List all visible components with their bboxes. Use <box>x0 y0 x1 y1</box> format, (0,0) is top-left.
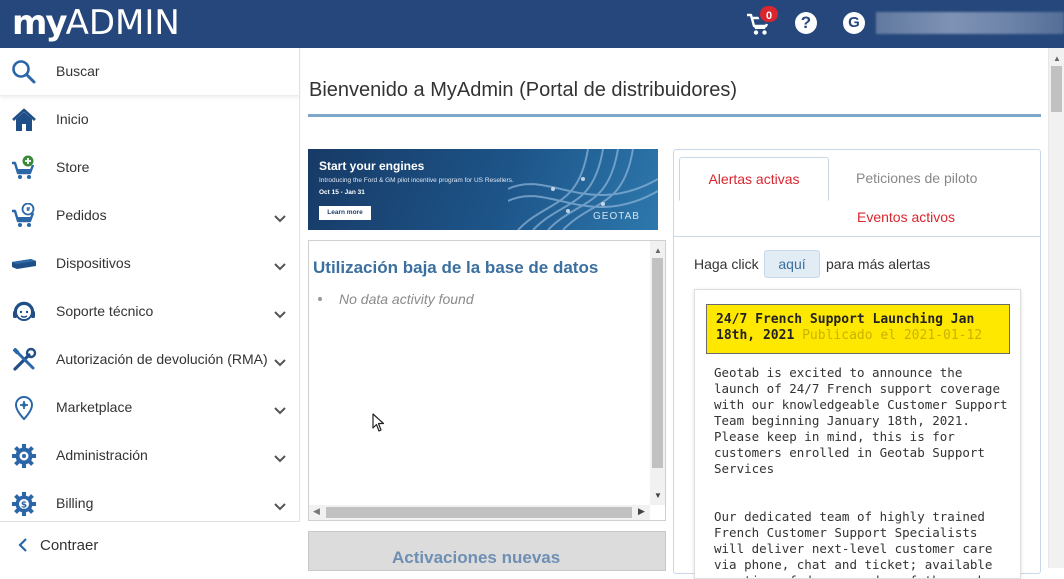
chevron-down-icon[interactable] <box>272 498 288 514</box>
sidebar-item-label: Billing <box>56 495 94 511</box>
scroll-up-arrow-icon[interactable]: ▲ <box>1053 54 1061 63</box>
panel-horizontal-scrollbar[interactable]: ◀ ▶ <box>309 505 650 520</box>
billing-gear-icon: $ <box>12 492 36 516</box>
chevron-down-icon[interactable] <box>272 258 288 274</box>
sidebar-search-label: Buscar <box>56 63 100 79</box>
banner-brand: GEOTAB <box>593 211 640 222</box>
gear-icon <box>12 444 36 468</box>
banner-title: Start your engines <box>319 159 425 173</box>
news-paragraph: Geotab is excited to announce the launch… <box>714 365 1008 476</box>
db-usage-empty-text: No data activity found <box>339 291 474 307</box>
sidebar: Buscar Inicio Store Pedidos Dispositivos… <box>0 48 300 568</box>
main-content: Bienvenido a MyAdmin (Portal de distribu… <box>301 48 1048 579</box>
news-body: Geotab is excited to announce the launch… <box>714 365 1014 578</box>
chevron-down-icon[interactable] <box>272 450 288 466</box>
news-published-date: Publicado el 2021-01-12 <box>802 328 983 343</box>
new-activations-title: Activaciones nuevas <box>392 548 561 567</box>
headset-icon <box>13 301 35 321</box>
sidebar-item-label: Soporte técnico <box>56 303 154 319</box>
banner-dates: Oct 15 - Jan 31 <box>319 189 365 196</box>
cart-plus-icon <box>12 155 35 179</box>
bullet-dot <box>318 297 322 301</box>
sidebar-item-label: Dispositivos <box>56 255 131 271</box>
top-header: myADMIN 0 ? G <box>0 0 1064 48</box>
tab-peticiones-piloto[interactable]: Peticiones de piloto <box>856 170 977 186</box>
chevron-down-icon[interactable] <box>272 306 288 322</box>
device-icon <box>12 259 36 269</box>
mouse-cursor-icon <box>372 413 385 432</box>
tab-eventos-activos[interactable]: Eventos activos <box>857 209 955 225</box>
scroll-thumb[interactable] <box>652 258 663 468</box>
new-activations-panel: Activaciones nuevas <box>308 531 666 571</box>
banner-subtitle: Introducing the Ford & GM pilot incentiv… <box>319 177 514 184</box>
chevron-left-icon <box>18 538 27 552</box>
sidebar-item-store[interactable]: Store <box>0 144 300 192</box>
sidebar-item-label: Store <box>56 159 90 175</box>
page-vertical-scrollbar[interactable]: ▲ <box>1048 48 1064 568</box>
alerts-panel: Alertas activas Peticiones de piloto Eve… <box>673 149 1041 579</box>
collapse-label: Contraer <box>40 537 99 554</box>
scroll-thumb[interactable] <box>1051 66 1062 112</box>
scroll-left-arrow-icon[interactable]: ◀ <box>313 506 320 517</box>
cart-g-icon <box>12 203 35 227</box>
tab-alertas-activas[interactable]: Alertas activas <box>679 157 829 201</box>
sidebar-item-administracion[interactable]: Administración <box>0 432 300 480</box>
sidebar-item-dispositivos[interactable]: Dispositivos <box>0 240 300 288</box>
help-icon[interactable]: ? <box>795 12 817 34</box>
scroll-right-arrow-icon[interactable]: ▶ <box>638 506 645 517</box>
geotab-account-icon[interactable]: G <box>843 12 865 34</box>
home-icon <box>12 108 36 131</box>
news-card: 24/7 French Support Launching Jan 18th, … <box>694 289 1021 579</box>
search-icon <box>12 60 36 84</box>
sidebar-item-label: Marketplace <box>56 399 133 415</box>
chevron-down-icon[interactable] <box>272 354 288 370</box>
click-suffix-text: para más alertas <box>826 256 931 272</box>
sidebar-item-label: Autorización de devolución (RMA) <box>56 351 268 367</box>
sidebar-item-pedidos[interactable]: Pedidos <box>0 192 300 240</box>
promo-banner[interactable]: Start your engines Introducing the Ford … <box>308 149 658 230</box>
page-title: Bienvenido a MyAdmin (Portal de distribu… <box>309 79 737 101</box>
scroll-up-arrow-icon[interactable]: ▲ <box>654 246 662 255</box>
sidebar-item-inicio[interactable]: Inicio <box>0 96 300 144</box>
more-alerts-button[interactable]: aquí <box>764 250 820 278</box>
banner-learn-more-button[interactable]: Learn more <box>319 206 371 220</box>
sidebar-collapse-button[interactable]: Contraer <box>0 521 300 568</box>
sidebar-item-label: Inicio <box>56 111 89 127</box>
click-prefix-text: Haga click <box>694 256 759 272</box>
alerts-tabs: Alertas activas Peticiones de piloto Eve… <box>674 150 1040 237</box>
marketplace-icon <box>14 395 34 421</box>
sidebar-item-rma[interactable]: Autorización de devolución (RMA) <box>0 336 300 384</box>
db-usage-title: Utilización baja de la base de datos <box>313 258 599 277</box>
sidebar-item-label: Pedidos <box>56 207 107 223</box>
tools-icon <box>12 347 37 371</box>
sidebar-search[interactable]: Buscar <box>0 48 300 96</box>
db-usage-panel: Utilización baja de la base de datos No … <box>308 240 666 521</box>
svg-text:$: $ <box>21 501 27 511</box>
sidebar-item-label: Administración <box>56 447 148 463</box>
news-paragraph: Our dedicated team of highly trained Fre… <box>714 509 993 578</box>
user-name-blurred[interactable] <box>876 12 1064 34</box>
sidebar-item-marketplace[interactable]: Marketplace <box>0 384 300 432</box>
myadmin-logo[interactable]: myADMIN <box>12 3 180 43</box>
scroll-down-arrow-icon[interactable]: ▼ <box>654 491 662 500</box>
scroll-thumb[interactable] <box>326 507 632 518</box>
cart-count-badge: 0 <box>758 4 780 24</box>
chevron-down-icon[interactable] <box>272 210 288 226</box>
news-headline-box: 24/7 French Support Launching Jan 18th, … <box>706 304 1010 354</box>
panel-vertical-scrollbar[interactable]: ▲ ▼ <box>650 241 665 505</box>
chevron-down-icon[interactable] <box>272 402 288 418</box>
title-divider <box>308 114 1041 117</box>
sidebar-item-soporte[interactable]: Soporte técnico <box>0 288 300 336</box>
